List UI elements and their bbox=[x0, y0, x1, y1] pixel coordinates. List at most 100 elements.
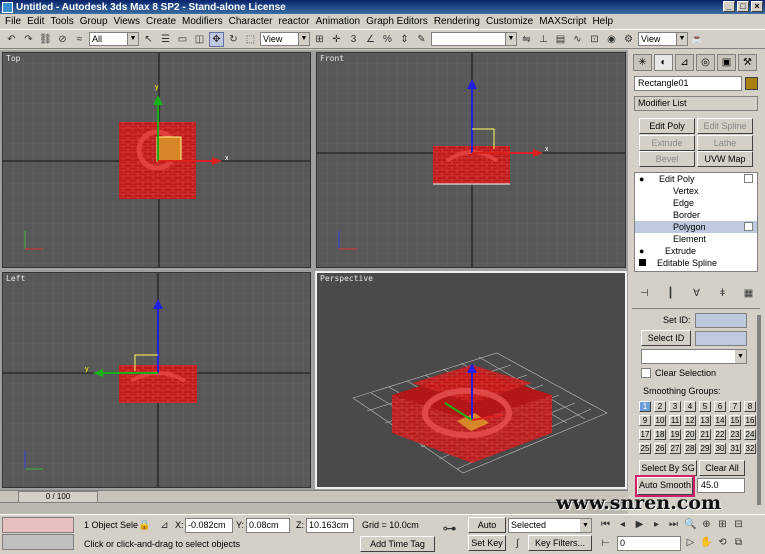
render-view-dropdown[interactable]: View ▼ bbox=[638, 32, 688, 46]
smoothing-group-button[interactable]: 6 bbox=[714, 401, 726, 412]
viewport-label-top[interactable]: Top bbox=[6, 54, 20, 63]
stack-item-extrude[interactable]: ● Extrude bbox=[635, 245, 757, 257]
smoothing-group-button[interactable]: 26 bbox=[654, 443, 666, 454]
viewport-perspective[interactable]: Perspective bbox=[315, 271, 627, 489]
smoothing-group-button[interactable]: 20 bbox=[684, 429, 696, 440]
arc-rotate-icon[interactable]: ⟲ bbox=[715, 535, 730, 550]
scale-icon[interactable]: ⬚ bbox=[243, 32, 258, 47]
time-slider[interactable]: 0 / 100 bbox=[0, 490, 628, 503]
menu-edit[interactable]: Edit bbox=[24, 16, 47, 27]
make-unique-icon[interactable]: ∀ bbox=[689, 286, 704, 301]
lightbulb-icon[interactable]: ● bbox=[639, 245, 644, 257]
smoothing-group-button[interactable]: 7 bbox=[729, 401, 741, 412]
key-filters-button[interactable]: Key Filters... bbox=[528, 535, 592, 551]
material-editor-icon[interactable]: ◉ bbox=[604, 32, 619, 47]
menu-modifiers[interactable]: Modifiers bbox=[179, 16, 226, 27]
previous-frame-icon[interactable]: ◂ bbox=[615, 517, 630, 532]
select-link-icon[interactable]: ⛓ bbox=[38, 32, 53, 47]
smoothing-group-button[interactable]: 30 bbox=[714, 443, 726, 454]
stack-item-polygon[interactable]: Polygon bbox=[635, 221, 757, 233]
ref-coord-dropdown[interactable]: View ▼ bbox=[260, 32, 310, 46]
uvw-map-button[interactable]: UVW Map bbox=[697, 151, 753, 167]
lathe-button[interactable]: Lathe bbox=[697, 135, 753, 151]
select-id-button[interactable]: Select ID bbox=[641, 330, 691, 346]
bevel-button[interactable]: Bevel bbox=[639, 151, 695, 167]
extrude-button[interactable]: Extrude bbox=[639, 135, 695, 151]
go-to-start-icon[interactable]: ⏮ bbox=[598, 517, 613, 532]
close-button[interactable]: × bbox=[751, 1, 763, 12]
stack-toggle-icon[interactable] bbox=[744, 174, 753, 183]
smoothing-group-button[interactable]: 18 bbox=[654, 429, 666, 440]
show-end-result-icon[interactable]: ┃ bbox=[663, 286, 678, 301]
zoom-icon[interactable]: 🔍 bbox=[683, 517, 698, 532]
utilities-tab-icon[interactable]: ⚒ bbox=[738, 54, 757, 71]
mirror-icon[interactable]: ⇋ bbox=[519, 32, 534, 47]
angle-snap-icon[interactable]: ∠ bbox=[363, 32, 378, 47]
viewport-front[interactable]: Front x bbox=[316, 52, 626, 268]
maximize-button[interactable]: □ bbox=[737, 1, 749, 12]
menu-character[interactable]: Character bbox=[226, 16, 276, 27]
layer-manager-icon[interactable]: ▤ bbox=[553, 32, 568, 47]
named-selection-dropdown[interactable]: ▼ bbox=[431, 32, 517, 46]
configure-modifier-sets-icon[interactable]: ▦ bbox=[741, 286, 756, 301]
viewport-label-left[interactable]: Left bbox=[6, 274, 25, 283]
stack-toggle-icon[interactable] bbox=[744, 222, 753, 231]
stack-item-element[interactable]: Element bbox=[635, 233, 757, 245]
stack-item-edge[interactable]: Edge bbox=[635, 197, 757, 209]
edit-poly-button[interactable]: Edit Poly bbox=[639, 118, 695, 134]
bind-space-warp-icon[interactable]: ≈ bbox=[72, 32, 87, 47]
pan-icon[interactable]: ✋ bbox=[699, 535, 714, 550]
smoothing-group-button[interactable]: 8 bbox=[744, 401, 756, 412]
viewport-label-front[interactable]: Front bbox=[320, 54, 344, 63]
spinner-snap-icon[interactable]: ⇕ bbox=[397, 32, 412, 47]
viewport-top[interactable]: Top y x bbox=[2, 52, 311, 268]
smoothing-group-button[interactable]: 5 bbox=[699, 401, 711, 412]
menu-customize[interactable]: Customize bbox=[483, 16, 536, 27]
z-coordinate-field[interactable]: 10.163cm bbox=[306, 518, 354, 533]
smoothing-group-button[interactable]: 14 bbox=[714, 415, 726, 426]
smoothing-group-button[interactable]: 24 bbox=[744, 429, 756, 440]
smoothing-group-button[interactable]: 3 bbox=[669, 401, 681, 412]
smoothing-group-button[interactable]: 23 bbox=[729, 429, 741, 440]
zoom-extents-all-icon[interactable]: ⊟ bbox=[731, 517, 746, 532]
redo-icon[interactable]: ↷ bbox=[21, 32, 36, 47]
motion-tab-icon[interactable]: ◎ bbox=[696, 54, 715, 71]
clear-all-button[interactable]: Clear All bbox=[699, 460, 745, 476]
material-name-dropdown[interactable]: ▼ bbox=[641, 349, 747, 364]
pivot-center-icon[interactable]: ⊞ bbox=[312, 32, 327, 47]
menu-animation[interactable]: Animation bbox=[313, 16, 363, 27]
modifier-list-dropdown[interactable]: Modifier List bbox=[634, 96, 758, 111]
select-id-field[interactable] bbox=[695, 331, 747, 346]
smoothing-group-button[interactable]: 9 bbox=[639, 415, 651, 426]
maxscript-listener-white[interactable] bbox=[2, 534, 74, 550]
menu-create[interactable]: Create bbox=[143, 16, 179, 27]
undo-icon[interactable]: ↶ bbox=[4, 32, 19, 47]
auto-key-button[interactable]: Auto Key bbox=[468, 517, 506, 544]
menu-file[interactable]: File bbox=[2, 16, 24, 27]
smoothing-group-button[interactable]: 17 bbox=[639, 429, 651, 440]
smoothing-group-button[interactable]: 27 bbox=[669, 443, 681, 454]
zoom-all-icon[interactable]: ⊕ bbox=[699, 517, 714, 532]
quick-render-icon[interactable]: ☕ bbox=[690, 32, 705, 47]
selection-filter-dropdown[interactable]: All ▼ bbox=[89, 32, 139, 46]
x-coordinate-field[interactable]: -0.082cm bbox=[185, 518, 233, 533]
menu-reactor[interactable]: reactor bbox=[276, 16, 313, 27]
smoothing-group-button[interactable]: 19 bbox=[669, 429, 681, 440]
edit-spline-button[interactable]: Edit Spline bbox=[697, 118, 753, 134]
object-name-field[interactable]: Rectangle01 bbox=[634, 76, 742, 91]
maxscript-listener-pink[interactable] bbox=[2, 517, 74, 533]
menu-help[interactable]: Help bbox=[589, 16, 616, 27]
viewport-label-perspective[interactable]: Perspective bbox=[320, 274, 373, 283]
go-to-end-icon[interactable]: ⏭ bbox=[666, 517, 681, 532]
smoothing-group-button[interactable]: 32 bbox=[744, 443, 756, 454]
set-key-button[interactable]: Set Key bbox=[468, 535, 506, 551]
clear-selection-checkbox[interactable] bbox=[641, 368, 651, 378]
window-crossing-icon[interactable]: ◫ bbox=[192, 32, 207, 47]
play-icon[interactable]: ▶ bbox=[632, 517, 647, 532]
schematic-view-icon[interactable]: ⊡ bbox=[587, 32, 602, 47]
rectangular-region-icon[interactable]: ▭ bbox=[175, 32, 190, 47]
key-mode-dropdown[interactable]: Selected ▼ bbox=[508, 518, 592, 533]
current-frame-field[interactable]: 0 bbox=[617, 536, 681, 551]
maximize-viewport-icon[interactable]: ⧉ bbox=[731, 535, 746, 550]
smoothing-group-button[interactable]: 11 bbox=[669, 415, 681, 426]
